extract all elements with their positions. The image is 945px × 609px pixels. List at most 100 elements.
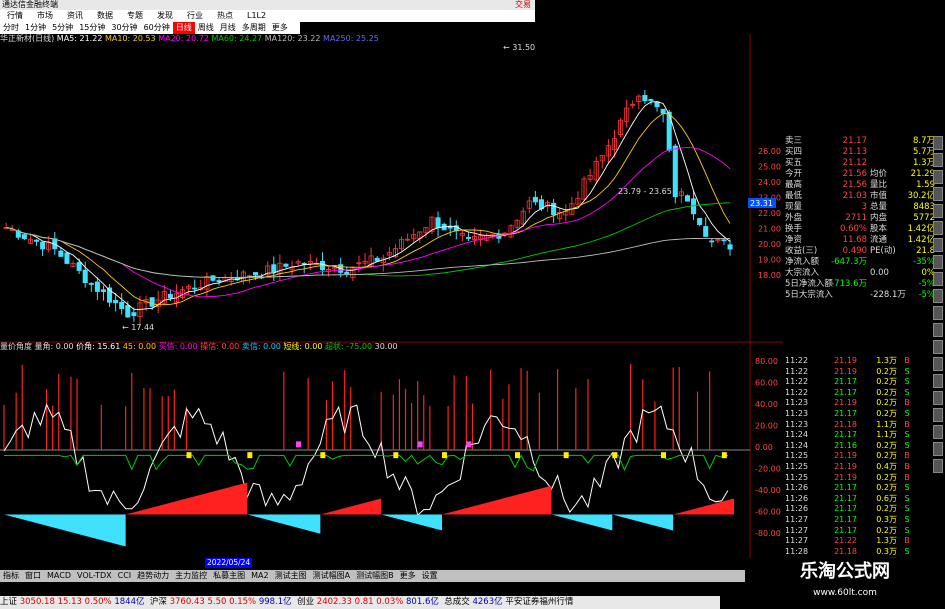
kline-chart[interactable]: 26.0025.0024.0023.0022.0021.0020.0019.00… <box>0 34 783 566</box>
candle-body <box>283 263 289 267</box>
menu-item-7[interactable]: 热点 <box>210 10 240 22</box>
period-tab-3[interactable]: 15分钟 <box>76 22 108 34</box>
quote-value-2: 1.42亿 <box>907 224 935 234</box>
side-button-17[interactable] <box>933 425 943 439</box>
quote-label-2: 流通 <box>870 235 888 245</box>
side-button-14[interactable] <box>933 374 943 388</box>
side-button-8[interactable] <box>933 272 943 286</box>
menu-item-6[interactable]: 行业 <box>180 10 210 22</box>
side-button-4[interactable] <box>933 204 943 218</box>
period-bar: 分时 1分钟 5分钟 15分钟 30分钟 60分钟 日线 周线 月线 多周期 更多 <box>0 22 300 34</box>
candle-body <box>192 287 198 290</box>
period-tab-9[interactable]: 多周期 <box>239 22 269 34</box>
candle-body <box>465 237 471 239</box>
ind-tick: 60.00 <box>755 379 778 388</box>
tick-row: 11:25 21.19 0.2万 B <box>785 473 935 484</box>
side-button-2[interactable] <box>933 170 943 184</box>
tick-row: 11:22 21.17 0.2万 S <box>785 388 935 399</box>
side-button-10[interactable] <box>933 306 943 320</box>
side-button-15[interactable] <box>933 391 943 405</box>
indicator-tab-5[interactable]: 趋势动力 <box>134 570 172 582</box>
candle-body <box>532 196 538 203</box>
quote-value: 0.60% <box>839 224 867 234</box>
side-button-1[interactable] <box>933 153 943 167</box>
tick-time: 11:26 <box>785 483 809 493</box>
quote-row: 买五 21.12 1.3万 <box>785 158 935 169</box>
menu-item-5[interactable]: 发现 <box>150 10 180 22</box>
indicator-tab-4[interactable]: CCI <box>115 570 135 582</box>
menu-bar: 行情 市场 资讯 数据 专题 发现 行业 热点 L1L2 <box>0 10 535 22</box>
side-button-9[interactable] <box>933 289 943 303</box>
trade-link[interactable]: 交易 <box>513 0 531 10</box>
quote-label: 换手 <box>785 224 803 234</box>
period-tab-4[interactable]: 30分钟 <box>108 22 140 34</box>
ind-h: 30.00 <box>374 342 398 351</box>
candle-body <box>82 269 88 284</box>
tick-time: 11:23 <box>785 398 809 408</box>
menu-item-0[interactable]: 行情 <box>0 10 30 22</box>
candle-body <box>113 299 119 304</box>
tick-volume: 1.3万 <box>876 356 897 365</box>
indicator-tab-2[interactable]: MACD <box>44 570 74 582</box>
tick-time: 11:27 <box>785 536 809 546</box>
period-tab-8[interactable]: 月线 <box>217 22 239 34</box>
quote-value: 3 <box>861 202 867 212</box>
indicator-tab-3[interactable]: VOL-TDX <box>74 570 115 582</box>
indicator-tab-13[interactable]: 设置 <box>419 570 441 582</box>
ind-a: 价角: 15.61 <box>76 342 121 351</box>
side-button-5[interactable] <box>933 221 943 235</box>
tick-side: B <box>904 356 910 365</box>
menu-item-3[interactable]: 数据 <box>90 10 120 22</box>
tick-time: 11:28 <box>785 546 809 556</box>
candle-body <box>216 280 222 283</box>
side-button-11[interactable] <box>933 323 943 337</box>
tick-price: 21.17 <box>834 377 857 387</box>
side-button-19[interactable] <box>933 459 943 473</box>
period-tab-10[interactable]: 更多 <box>269 22 291 34</box>
quote-label: 外盘 <box>785 213 803 223</box>
quote-label-2: 股本 <box>870 224 888 234</box>
tick-price: 21.17 <box>834 525 857 535</box>
indicator-tab-12[interactable]: 更多 <box>397 570 419 582</box>
period-tab-1[interactable]: 1分钟 <box>22 22 49 34</box>
tick-side: B <box>904 451 910 461</box>
side-button-0[interactable] <box>933 136 943 150</box>
candle-body <box>684 195 690 202</box>
indicator-tab-9[interactable]: 测试主图 <box>272 570 310 582</box>
tick-volume: 0.2万 <box>876 387 897 397</box>
indicator-tab-11[interactable]: 测试幅图B <box>353 570 397 582</box>
menu-item-4[interactable]: 专题 <box>120 10 150 22</box>
momentum-triangle <box>247 514 321 534</box>
indicator-tab-6[interactable]: 主力监控 <box>172 570 210 582</box>
side-button-3[interactable] <box>933 187 943 201</box>
indicator-tab-7[interactable]: 私募主图 <box>210 570 248 582</box>
sz-change: 5.50 <box>207 597 227 607</box>
quote-row: 现量 3 总量 8483 <box>785 202 935 213</box>
tick-time: 11:22 <box>785 356 809 365</box>
candle-body <box>94 281 100 292</box>
period-tab-6[interactable]: 日线 <box>172 22 195 34</box>
tick-side: S <box>904 483 910 493</box>
menu-item-8[interactable]: L1L2 <box>240 10 273 22</box>
tick-side: B <box>904 472 910 482</box>
indicator-tab-8[interactable]: MA2 <box>248 570 271 582</box>
menu-item-2[interactable]: 资讯 <box>60 10 90 22</box>
period-tab-0[interactable]: 分时 <box>0 22 22 34</box>
period-tab-2[interactable]: 5分钟 <box>49 22 76 34</box>
menu-item-1[interactable]: 市场 <box>30 10 60 22</box>
indicator-tab-1[interactable]: 窗口 <box>22 570 44 582</box>
side-button-7[interactable] <box>933 255 943 269</box>
indicator-tab-10[interactable]: 测试幅图A <box>310 570 353 582</box>
tick-table[interactable]: 11:22 21.19 1.3万 B 11:22 21.19 0.2万 S 11:22 21.17… <box>785 356 935 568</box>
sz-label: 沪深 <box>149 597 167 607</box>
period-tab-7[interactable]: 周线 <box>195 22 217 34</box>
momentum-triangle <box>442 485 552 515</box>
period-tab-5[interactable]: 60分钟 <box>141 22 173 34</box>
side-button-13[interactable] <box>933 357 943 371</box>
side-button-16[interactable] <box>933 408 943 422</box>
side-button-18[interactable] <box>933 442 943 456</box>
tick-side: B <box>904 419 910 429</box>
side-button-6[interactable] <box>933 238 943 252</box>
side-button-12[interactable] <box>933 340 943 354</box>
indicator-tab-0[interactable]: 指标 <box>0 570 22 582</box>
